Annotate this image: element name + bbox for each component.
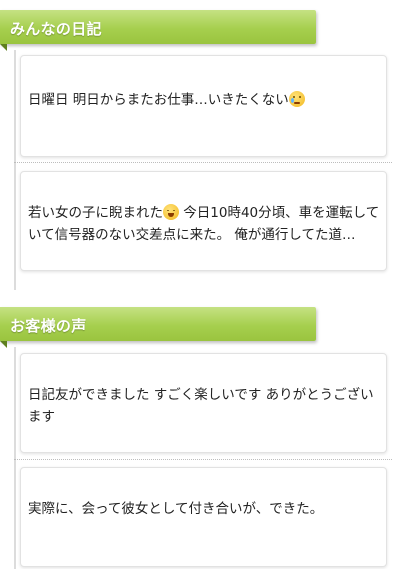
voice-text: 日記友ができました すごく楽しいです ありがとうございます — [28, 387, 374, 425]
crying-face-icon — [288, 91, 305, 107]
section-voice: お客様の声 日記友ができました すごく楽しいです ありがとうございます 実際に、… — [0, 290, 400, 569]
section-header-voice: お客様の声 — [0, 307, 316, 348]
section-diary: みんなの日記 日曜日 明日からまたお仕事…いきたくない 若い女の子に睨まれた 今… — [0, 0, 400, 290]
section-title: お客様の声 — [10, 317, 87, 335]
timeline-line — [14, 50, 16, 290]
ribbon-fold — [0, 341, 7, 348]
tired-face-icon — [163, 204, 179, 220]
diary-text: 日曜日 明日からまたお仕事…いきたくない — [28, 89, 380, 111]
divider — [14, 459, 392, 460]
section-title: みんなの日記 — [10, 20, 102, 38]
diary-card[interactable]: 日曜日 明日からまたお仕事…いきたくない — [20, 55, 387, 157]
section-header-diary: みんなの日記 — [0, 10, 316, 51]
voice-card[interactable]: 実際に、会って彼女として付き合いが、できた。 — [20, 467, 387, 567]
divider — [14, 162, 392, 163]
diary-text: 若い女の子に睨まれた 今日10時40分頃、車を運転していて信号器のない交差点に来… — [28, 204, 380, 243]
ribbon-fold — [0, 44, 7, 51]
voice-card[interactable]: 日記友ができました すごく楽しいです ありがとうございます — [20, 353, 387, 453]
diary-card[interactable]: 若い女の子に睨まれた 今日10時40分頃、車を運転していて信号器のない交差点に来… — [20, 171, 387, 271]
voice-text: 実際に、会って彼女として付き合いが、できた。 — [28, 501, 324, 517]
timeline-line — [14, 347, 16, 569]
